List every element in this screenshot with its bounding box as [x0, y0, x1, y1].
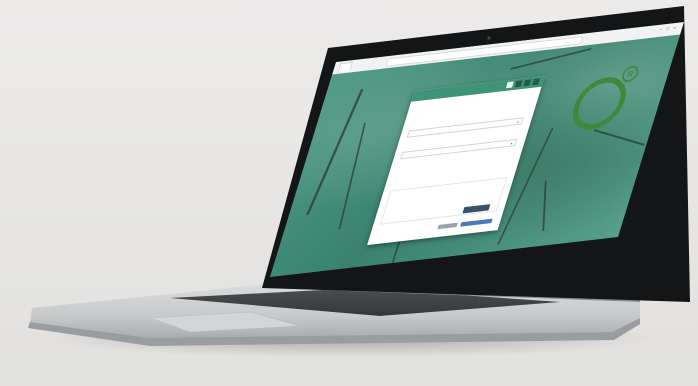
cancel-button[interactable] — [437, 222, 458, 230]
camera-icon — [487, 36, 491, 40]
texture-line — [542, 180, 547, 232]
chevron-down-icon: ▾ — [516, 119, 520, 125]
info-icon[interactable] — [505, 81, 514, 89]
brand-logo-letter: R — [619, 65, 641, 83]
list-icon[interactable] — [523, 79, 532, 87]
confirm-button[interactable] — [460, 218, 493, 227]
selection-dialog: ▾ ▾ — [367, 76, 545, 246]
menu-icon[interactable] — [531, 78, 540, 86]
dialog-header — [411, 76, 545, 102]
close-icon[interactable]: × — [671, 25, 678, 31]
grid-icon[interactable] — [514, 80, 523, 88]
detail-box — [380, 177, 508, 225]
chevron-down-icon: ▾ — [510, 141, 514, 146]
field1-select[interactable]: ▾ — [406, 117, 524, 138]
texture-line — [593, 129, 646, 146]
texture-line — [338, 122, 366, 230]
field2-select[interactable]: ▾ — [400, 138, 518, 160]
browser-tab[interactable] — [337, 61, 353, 73]
brand-logo-ring — [566, 74, 633, 133]
